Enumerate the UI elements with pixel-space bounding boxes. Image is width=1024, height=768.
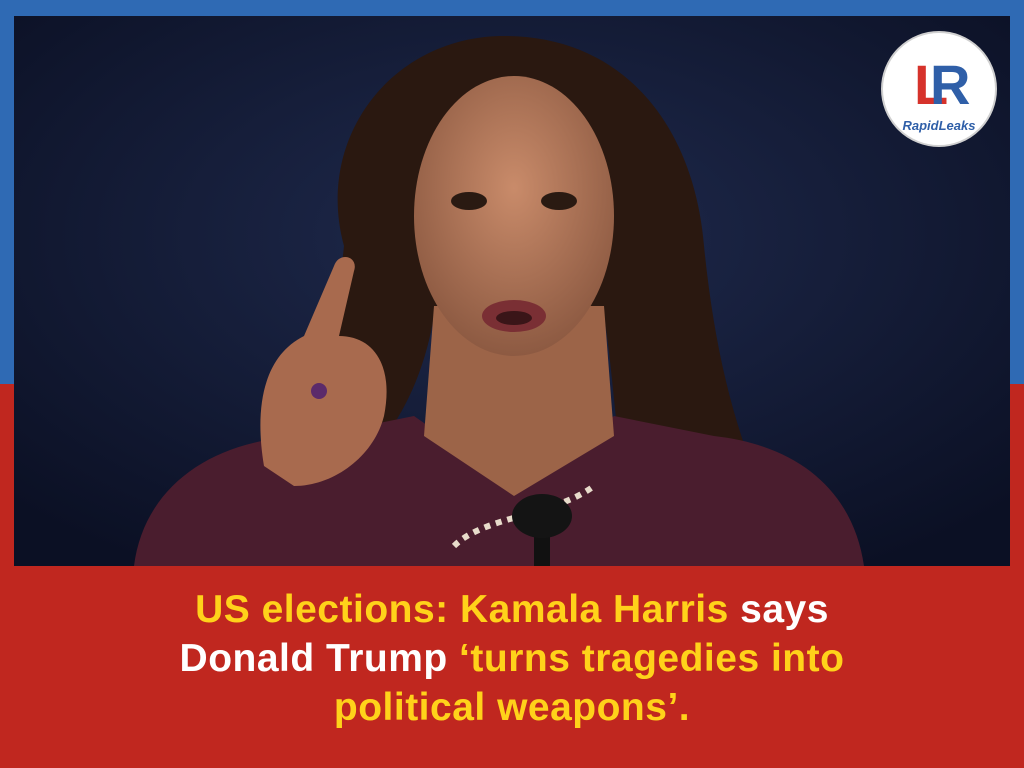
svg-text:R: R bbox=[930, 53, 970, 116]
headline-line-1: US elections: Kamala Harris says bbox=[20, 585, 1004, 634]
headline-highlight: US elections: Kamala Harris bbox=[195, 588, 729, 631]
headline-highlight: ‘turns tragedies into bbox=[447, 637, 845, 680]
lr-monogram-icon: L R RapidLeaks bbox=[881, 31, 997, 147]
headline-line-2: Donald Trump ‘turns tragedies into bbox=[20, 634, 1004, 683]
rapidleaks-logo: L R RapidLeaks bbox=[880, 30, 998, 148]
headline-plain: says bbox=[728, 588, 829, 631]
headline-line-3: political weapons’. bbox=[20, 683, 1004, 732]
headline-highlight: political weapons’. bbox=[333, 686, 691, 729]
headline-plain: Donald Trump bbox=[179, 637, 448, 680]
headline: US elections: Kamala Harris says Donald … bbox=[20, 585, 1004, 732]
speaker-photo bbox=[14, 16, 1010, 566]
svg-text:RapidLeaks: RapidLeaks bbox=[903, 118, 976, 133]
